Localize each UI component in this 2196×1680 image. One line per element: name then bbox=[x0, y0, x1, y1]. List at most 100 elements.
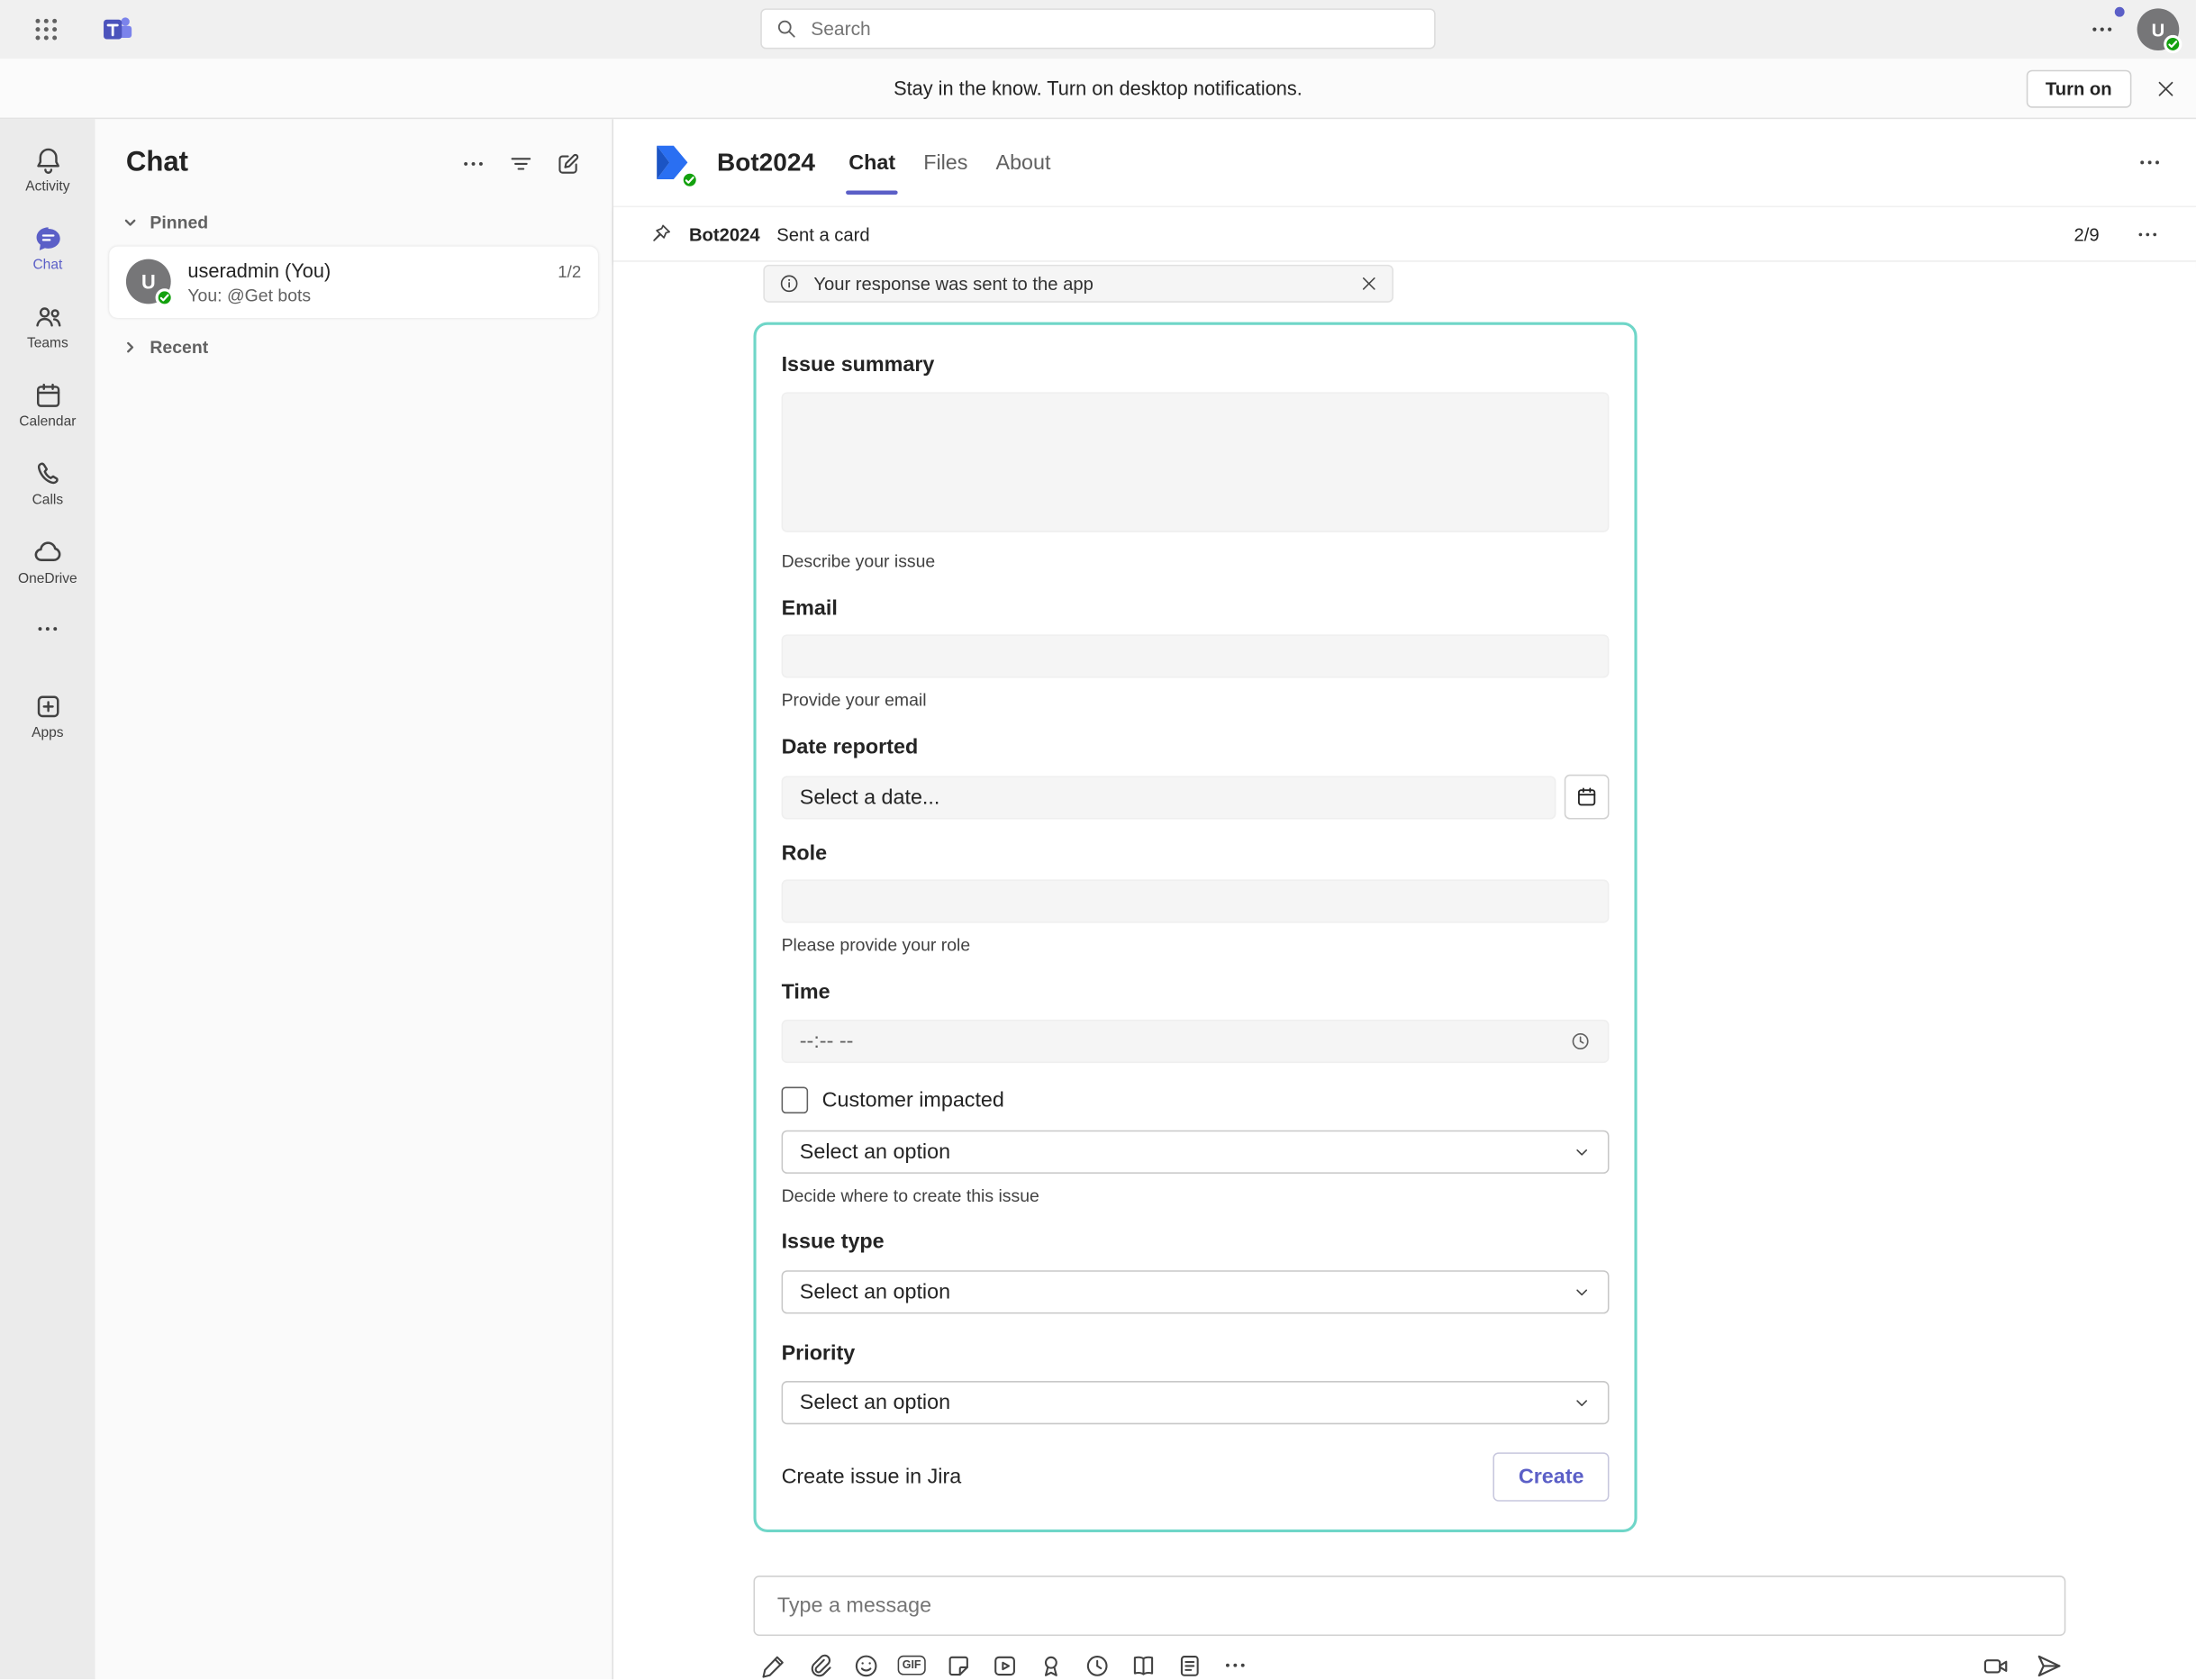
teams-logo-icon bbox=[101, 13, 134, 46]
rail-item-calls[interactable]: Calls bbox=[0, 444, 95, 522]
adaptive-card-jira-issue: Issue summary Describe your issue Email … bbox=[753, 322, 1637, 1532]
chat-list-panel: Chat bbox=[95, 119, 613, 1679]
tab-about[interactable]: About bbox=[982, 119, 1065, 205]
pin-icon bbox=[649, 222, 672, 245]
filter-icon[interactable] bbox=[508, 150, 533, 176]
issue-summary-textarea[interactable] bbox=[782, 392, 1610, 531]
new-chat-icon[interactable] bbox=[556, 150, 581, 176]
priority-dropdown[interactable]: Select an option bbox=[782, 1381, 1610, 1424]
chat-list-title: Chat bbox=[126, 147, 461, 179]
rail-more-apps-icon[interactable] bbox=[0, 601, 95, 657]
sticker-icon[interactable] bbox=[944, 1651, 972, 1679]
message-input[interactable] bbox=[775, 1593, 2045, 1620]
tab-files[interactable]: Files bbox=[910, 119, 982, 205]
rail-item-label: Chat bbox=[32, 257, 62, 272]
banner-message: Stay in the know. Turn on desktop notifi… bbox=[894, 77, 1302, 100]
avatar-initial: U bbox=[2152, 19, 2165, 40]
emoji-icon[interactable] bbox=[851, 1651, 879, 1679]
message-input-box[interactable] bbox=[753, 1576, 2065, 1636]
bell-icon bbox=[33, 145, 63, 175]
chat-list-more-icon[interactable] bbox=[461, 150, 486, 176]
email-label: Email bbox=[782, 596, 1610, 622]
video-clip-icon[interactable] bbox=[990, 1651, 1018, 1679]
chevron-down-icon bbox=[1573, 1394, 1591, 1412]
toast-close-icon[interactable] bbox=[1360, 275, 1378, 293]
compose-toolbar: GIF bbox=[753, 1636, 2065, 1679]
active-tab-underline bbox=[846, 190, 898, 195]
format-icon[interactable] bbox=[759, 1651, 787, 1679]
conversation-more-icon[interactable] bbox=[2137, 150, 2163, 175]
rail-item-label: Activity bbox=[25, 178, 69, 194]
pinned-action: Sent a card bbox=[776, 223, 869, 244]
rail-item-chat[interactable]: Chat bbox=[0, 209, 95, 287]
role-input[interactable] bbox=[782, 879, 1610, 922]
section-pinned-label: Pinned bbox=[150, 213, 208, 232]
time-label: Time bbox=[782, 980, 1610, 1005]
banner-close-icon[interactable] bbox=[2155, 77, 2176, 98]
customer-impacted-label: Customer impacted bbox=[822, 1088, 1004, 1112]
rail-item-onedrive[interactable]: OneDrive bbox=[0, 522, 95, 601]
pinned-count: 2/9 bbox=[2074, 223, 2100, 244]
date-input[interactable]: Select a date... bbox=[782, 776, 1556, 819]
card-footer-text: Create issue in Jira bbox=[782, 1465, 962, 1488]
viva-learning-icon[interactable] bbox=[1129, 1651, 1157, 1679]
role-label: Role bbox=[782, 841, 1610, 867]
pinned-sender: Bot2024 bbox=[689, 223, 760, 244]
section-recent[interactable]: Recent bbox=[95, 321, 613, 368]
time-input[interactable]: --:-- -- bbox=[782, 1020, 1610, 1063]
rail-item-label: Calendar bbox=[19, 413, 76, 429]
calendar-icon bbox=[33, 380, 63, 410]
rail-item-label: Teams bbox=[27, 335, 68, 350]
rail-item-activity[interactable]: Activity bbox=[0, 131, 95, 209]
chat-item-badge: 1/2 bbox=[558, 262, 581, 282]
create-button[interactable]: Create bbox=[1493, 1452, 1610, 1501]
chat-icon bbox=[33, 223, 63, 253]
calendar-picker-button[interactable] bbox=[1565, 775, 1610, 820]
conversation-header: Bot2024 Chat Files About bbox=[613, 119, 2196, 205]
issue-type-dropdown[interactable]: Select an option bbox=[782, 1270, 1610, 1313]
pinned-message-bar[interactable]: Bot2024 Sent a card 2/9 bbox=[613, 206, 2196, 262]
avatar-initial: U bbox=[141, 270, 156, 293]
date-reported-label: Date reported bbox=[782, 735, 1610, 760]
priority-label: Priority bbox=[782, 1341, 1610, 1367]
gif-icon[interactable]: GIF bbox=[898, 1651, 926, 1679]
global-search[interactable] bbox=[760, 8, 1435, 49]
tab-chat[interactable]: Chat bbox=[835, 119, 910, 205]
message-area: Your response was sent to the app Issue … bbox=[613, 262, 2196, 1555]
issue-type-label: Issue type bbox=[782, 1230, 1610, 1255]
turn-on-button[interactable]: Turn on bbox=[2026, 69, 2131, 107]
search-icon bbox=[776, 18, 796, 39]
send-icon[interactable] bbox=[2035, 1651, 2063, 1679]
app-launcher-icon[interactable] bbox=[33, 17, 59, 42]
search-input[interactable] bbox=[808, 17, 1420, 41]
chevron-right-icon bbox=[123, 341, 138, 355]
avatar: U bbox=[126, 259, 171, 304]
pinned-more-icon[interactable] bbox=[2136, 222, 2159, 245]
schedule-send-icon[interactable] bbox=[1083, 1651, 1111, 1679]
rail-item-calendar[interactable]: Calendar bbox=[0, 366, 95, 444]
more-options-icon[interactable] bbox=[2090, 17, 2115, 42]
onenote-icon[interactable] bbox=[1175, 1651, 1202, 1679]
people-icon bbox=[33, 302, 63, 331]
where-dropdown[interactable]: Select an option bbox=[782, 1131, 1610, 1174]
meet-now-icon[interactable] bbox=[1982, 1651, 2010, 1679]
rail-item-label: OneDrive bbox=[18, 571, 77, 586]
chat-list-item-useradmin[interactable]: U useradmin (You) 1/2 You: @Get bots bbox=[109, 247, 598, 318]
compose-more-icon[interactable] bbox=[1221, 1651, 1249, 1679]
user-avatar[interactable]: U bbox=[2137, 8, 2180, 50]
email-hint: Provide your email bbox=[782, 691, 1610, 711]
presence-available-icon bbox=[156, 288, 174, 306]
info-icon bbox=[778, 273, 799, 294]
customer-impacted-checkbox[interactable] bbox=[782, 1087, 809, 1114]
customer-impacted-row[interactable]: Customer impacted bbox=[782, 1087, 1610, 1114]
section-pinned[interactable]: Pinned bbox=[95, 196, 613, 244]
praise-icon[interactable] bbox=[1037, 1651, 1065, 1679]
rail-item-apps[interactable]: Apps bbox=[0, 677, 95, 755]
apps-icon bbox=[33, 691, 63, 721]
role-hint: Please provide your role bbox=[782, 936, 1610, 956]
email-input[interactable] bbox=[782, 634, 1610, 677]
compose-area: GIF bbox=[613, 1555, 2196, 1679]
rail-item-teams[interactable]: Teams bbox=[0, 287, 95, 366]
attach-icon[interactable] bbox=[805, 1651, 833, 1679]
chevron-down-icon bbox=[1573, 1143, 1591, 1161]
